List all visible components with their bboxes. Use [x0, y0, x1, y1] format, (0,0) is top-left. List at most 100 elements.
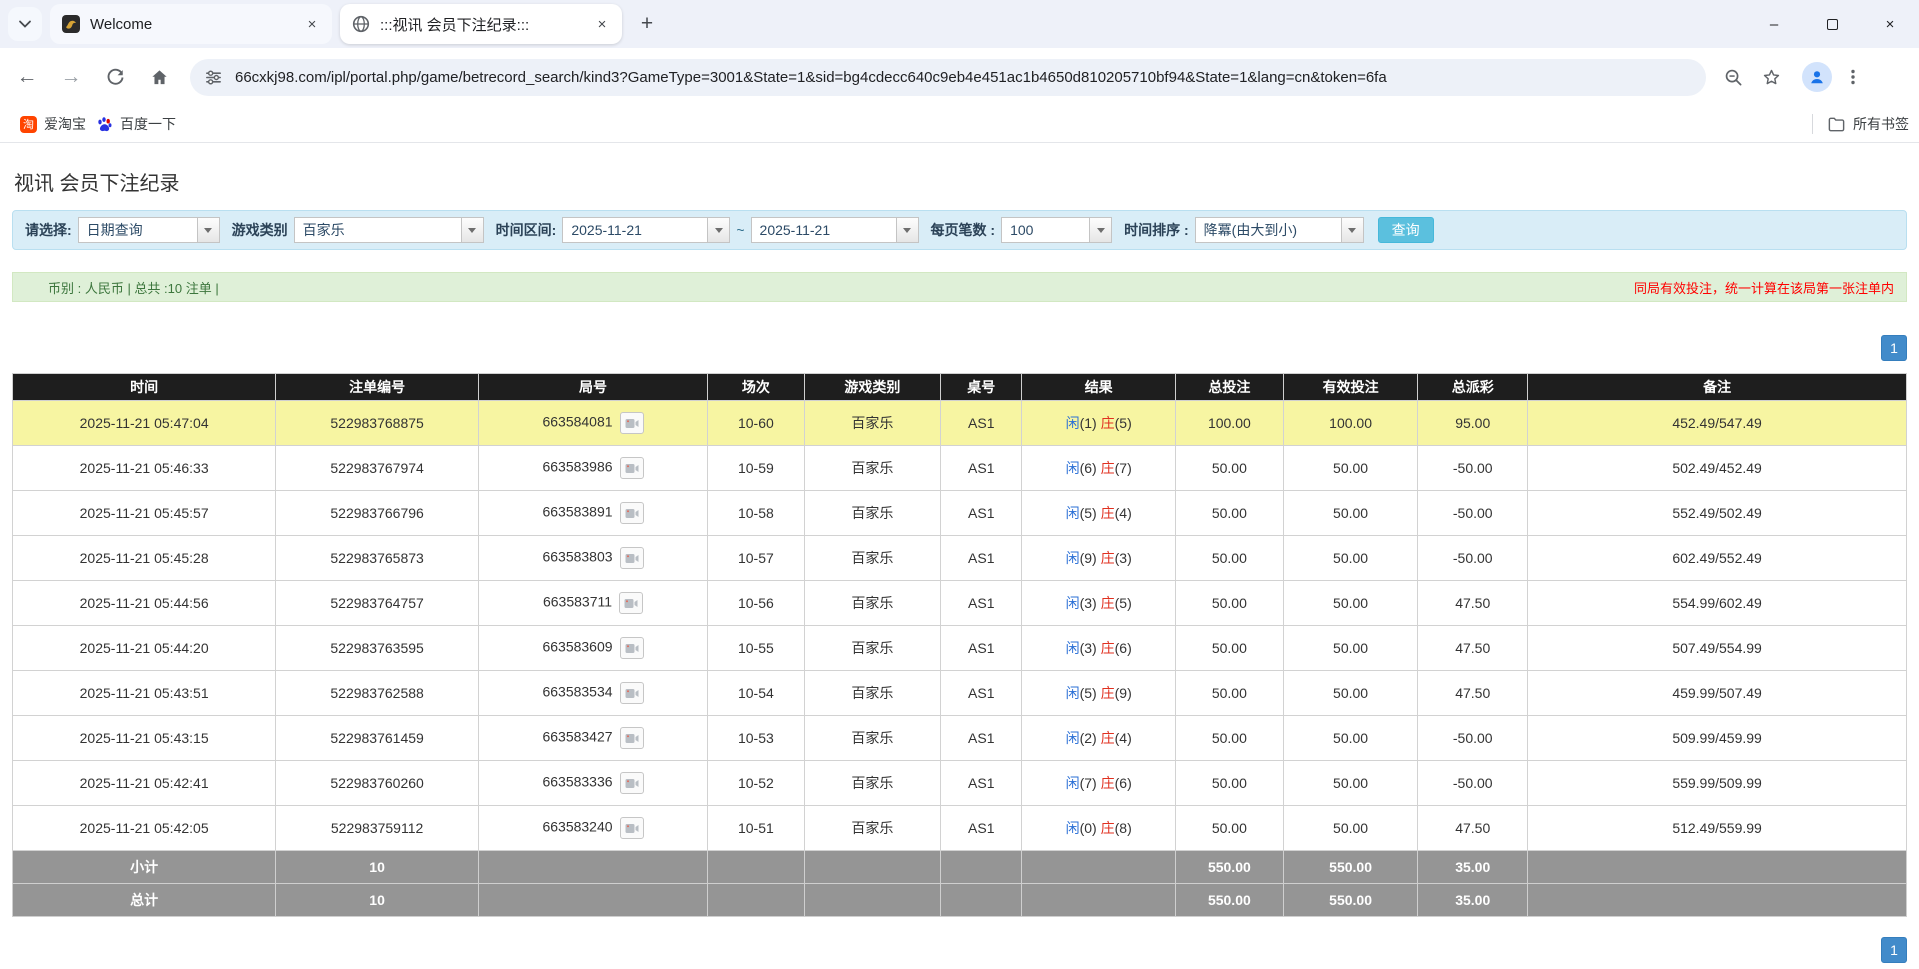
- new-tab-button[interactable]: +: [632, 9, 662, 39]
- tab-close-icon[interactable]: ×: [592, 14, 612, 34]
- result-banker: 庄: [1101, 820, 1115, 836]
- cell-table: AS1: [941, 626, 1022, 671]
- cell-game-type: 百家乐: [804, 806, 940, 851]
- query-type-value: 日期查询: [79, 218, 197, 242]
- dropdown-arrow-icon[interactable]: [461, 218, 483, 242]
- per-page-value: 100: [1002, 218, 1089, 242]
- replay-video-button[interactable]: [619, 592, 643, 614]
- url-text[interactable]: 66cxkj98.com/ipl/portal.php/game/betreco…: [235, 69, 1387, 86]
- page-1-button[interactable]: 1: [1881, 335, 1907, 361]
- taobao-icon: 淘: [20, 116, 37, 133]
- game-type-select[interactable]: 百家乐: [294, 217, 484, 243]
- cell-total-bet[interactable]: 50.00: [1175, 446, 1283, 491]
- address-bar[interactable]: 66cxkj98.com/ipl/portal.php/game/betreco…: [190, 59, 1706, 96]
- cell-total-bet[interactable]: 50.00: [1175, 806, 1283, 851]
- dropdown-arrow-icon[interactable]: [1341, 218, 1363, 242]
- dropdown-arrow-icon[interactable]: [197, 218, 219, 242]
- replay-video-button[interactable]: [620, 772, 644, 794]
- video-icon: [625, 688, 639, 699]
- replay-video-button[interactable]: [620, 817, 644, 839]
- maximize-button[interactable]: [1803, 0, 1861, 48]
- tab-welcome[interactable]: Welcome ×: [50, 4, 332, 44]
- query-type-select[interactable]: 日期查询: [78, 217, 220, 243]
- replay-video-button[interactable]: [620, 637, 644, 659]
- date-to-select[interactable]: 2025-11-21: [751, 217, 919, 243]
- back-button[interactable]: ←: [10, 60, 44, 94]
- cell-total-bet[interactable]: 50.00: [1175, 581, 1283, 626]
- table-row: 2025-11-21 05:42:05 522983759112 6635832…: [13, 806, 1907, 851]
- result-player: 闲: [1066, 460, 1080, 476]
- cell-payout: 47.50: [1418, 581, 1528, 626]
- cell-total-bet[interactable]: 50.00: [1175, 716, 1283, 761]
- cell-payout: 47.50: [1418, 806, 1528, 851]
- zoom-indicator-button[interactable]: [1716, 60, 1750, 94]
- star-icon: [1762, 68, 1781, 87]
- dropdown-arrow-icon[interactable]: [1089, 218, 1111, 242]
- replay-video-button[interactable]: [620, 727, 644, 749]
- page-1-button[interactable]: 1: [1881, 937, 1907, 963]
- all-bookmarks[interactable]: 所有书签: [1812, 114, 1909, 134]
- table-row: 2025-11-21 05:44:56 522983764757 6635837…: [13, 581, 1907, 626]
- bookmark-star-button[interactable]: [1754, 60, 1788, 94]
- bookmarks-bar: 淘 爱淘宝 百度一下 所有书签: [0, 106, 1919, 143]
- cell-note: 559.99/509.99: [1528, 761, 1907, 806]
- result-banker-points: (4): [1115, 730, 1132, 746]
- bookmark-taobao[interactable]: 淘 爱淘宝: [20, 114, 86, 134]
- browser-menu-button[interactable]: [1836, 60, 1870, 94]
- date-from-select[interactable]: 2025-11-21: [562, 217, 730, 243]
- cell-session: 10-51: [708, 806, 805, 851]
- replay-video-button[interactable]: [620, 547, 644, 569]
- bookmarks-divider: [1812, 114, 1813, 134]
- cell-total-bet[interactable]: 50.00: [1175, 761, 1283, 806]
- cell-valid-bet: 50.00: [1283, 806, 1417, 851]
- tab-betrecord[interactable]: :::视讯 会员下注纪录::: ×: [340, 4, 622, 44]
- cell-table: AS1: [941, 806, 1022, 851]
- cell-time: 2025-11-21 05:44:20: [13, 626, 276, 671]
- replay-video-button[interactable]: [620, 502, 644, 524]
- tab-strip: Welcome × :::视讯 会员下注纪录::: × + – ×: [0, 0, 1919, 48]
- home-button[interactable]: [142, 60, 176, 94]
- cell-total-bet[interactable]: 50.00: [1175, 626, 1283, 671]
- result-player-points: (5): [1080, 685, 1097, 701]
- replay-video-button[interactable]: [620, 412, 644, 434]
- sort-label: 时间排序 :: [1124, 220, 1189, 240]
- per-page-select[interactable]: 100: [1001, 217, 1112, 243]
- cell-payout: 47.50: [1418, 626, 1528, 671]
- cell-total-bet[interactable]: 50.00: [1175, 491, 1283, 536]
- result-player-points: (2): [1080, 730, 1097, 746]
- cell-total-bet[interactable]: 50.00: [1175, 671, 1283, 716]
- result-banker: 庄: [1101, 730, 1115, 746]
- cell-time: 2025-11-21 05:43:51: [13, 671, 276, 716]
- filter-bar: 请选择: 日期查询 游戏类别 百家乐 时间区间: 2025-11-21 ~ 20…: [12, 210, 1907, 250]
- close-button[interactable]: ×: [1861, 0, 1919, 48]
- dropdown-arrow-icon[interactable]: [896, 218, 918, 242]
- cell-total-bet[interactable]: 50.00: [1175, 536, 1283, 581]
- cell-total-bet[interactable]: 100.00: [1175, 401, 1283, 446]
- cell-bet-id: 522983765873: [276, 536, 479, 581]
- tab-search-button[interactable]: [8, 7, 42, 41]
- replay-video-button[interactable]: [620, 682, 644, 704]
- sort-select[interactable]: 降冪(由大到小): [1195, 217, 1364, 243]
- result-banker-points: (8): [1115, 820, 1132, 836]
- search-button[interactable]: 查询: [1378, 217, 1434, 243]
- profile-avatar[interactable]: [1802, 62, 1832, 92]
- tab-close-icon[interactable]: ×: [302, 14, 322, 34]
- cell-result: 闲(3) 庄(5): [1022, 581, 1175, 626]
- summary-bar: 币别 : 人民币 | 总共 :10 注单 | 同局有效投注，统一计算在该局第一张…: [12, 272, 1907, 302]
- col-bet-id: 注单编号: [276, 374, 479, 401]
- cell-session: 10-55: [708, 626, 805, 671]
- dropdown-arrow-icon[interactable]: [707, 218, 729, 242]
- cell-round-id: 663583427: [478, 716, 707, 761]
- reload-button[interactable]: [98, 60, 132, 94]
- minimize-button[interactable]: –: [1745, 0, 1803, 48]
- cell-bet-id: 522983767974: [276, 446, 479, 491]
- cell-time: 2025-11-21 05:45:28: [13, 536, 276, 581]
- replay-video-button[interactable]: [620, 457, 644, 479]
- cell-game-type: 百家乐: [804, 671, 940, 716]
- result-banker-points: (5): [1115, 415, 1132, 431]
- forward-button[interactable]: →: [54, 60, 88, 94]
- round-id-value: 663583711: [543, 594, 612, 610]
- cell-round-id: 663583534: [478, 671, 707, 716]
- cell-session: 10-53: [708, 716, 805, 761]
- bookmark-baidu[interactable]: 百度一下: [96, 114, 176, 134]
